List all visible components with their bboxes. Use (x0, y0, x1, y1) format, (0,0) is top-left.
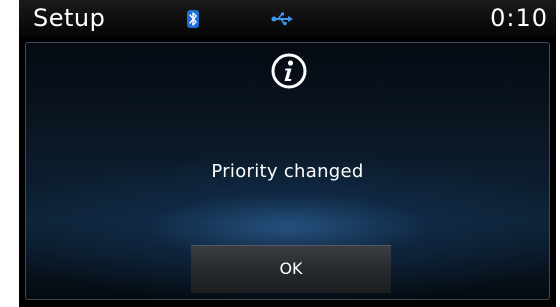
clock: 0:10 (490, 4, 548, 32)
status-bar: Setup 0:10 (19, 0, 556, 37)
popup-dialog: Priority changed OK (25, 42, 550, 300)
screen-title: Setup (33, 4, 106, 32)
head-unit-screen: Setup 0:10 Priority changed OK (19, 0, 556, 307)
ok-button[interactable]: OK (191, 245, 391, 293)
info-icon (270, 52, 308, 90)
bluetooth-icon (187, 10, 199, 28)
dialog-message: Priority changed (211, 161, 364, 182)
usb-icon (271, 11, 293, 26)
